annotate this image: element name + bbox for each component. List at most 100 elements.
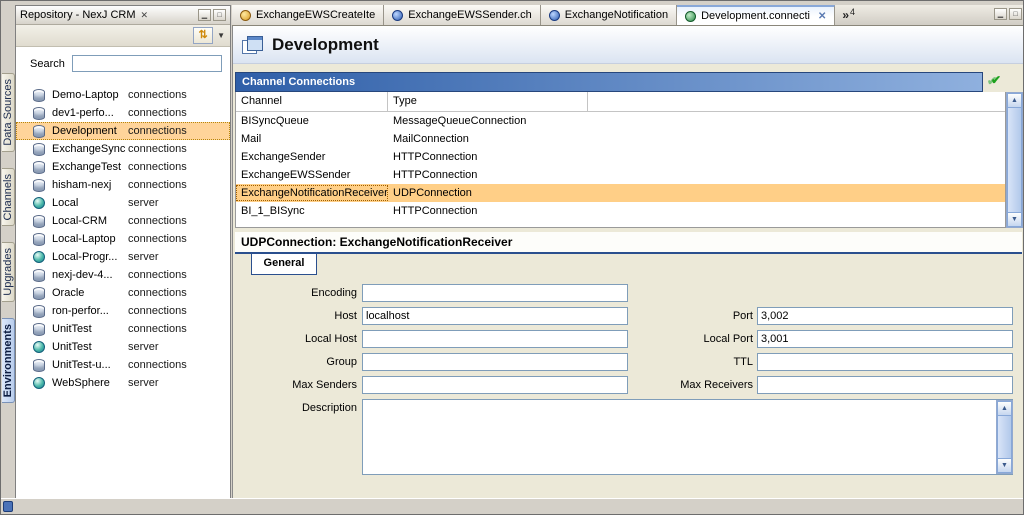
connections-icon bbox=[33, 107, 45, 120]
tree-item[interactable]: Localserver bbox=[16, 194, 230, 212]
tree-item[interactable]: Developmentconnections bbox=[16, 122, 230, 140]
tree-item[interactable]: nexj-dev-4...connections bbox=[16, 266, 230, 284]
navigator-side-tabs: Data Sources Channels Upgrades Environments bbox=[1, 1, 15, 498]
tree-item-type: connections bbox=[128, 89, 187, 101]
encoding-field[interactable] bbox=[362, 284, 628, 302]
channel-table-row[interactable]: ExchangeEWSSenderHTTPConnection bbox=[236, 166, 1005, 184]
editor-tabs: ExchangeEWSCreateIte ExchangeEWSSender.ch… bbox=[232, 5, 835, 25]
scroll-up-icon[interactable]: ▲ bbox=[997, 401, 1012, 416]
side-tab-environments[interactable]: Environments bbox=[2, 318, 15, 403]
tree-item-name: Local-Progr... bbox=[52, 251, 128, 263]
max-receivers-field[interactable] bbox=[757, 376, 1013, 394]
local-host-label: Local Host bbox=[241, 330, 357, 348]
cell-spacer bbox=[588, 137, 1005, 141]
side-tab-channels[interactable]: Channels bbox=[2, 168, 15, 226]
editor-tab-exchangenotification[interactable]: ExchangeNotification bbox=[541, 5, 677, 25]
max-senders-label: Max Senders bbox=[241, 376, 357, 394]
cell-spacer bbox=[588, 191, 1005, 195]
repository-view: Repository - NexJ CRM ✕ ▁ □ ⇅ ▼ Search D… bbox=[15, 5, 231, 499]
side-tab-data-sources[interactable]: Data Sources bbox=[2, 73, 15, 152]
channel-table-row[interactable]: MailMailConnection bbox=[236, 130, 1005, 148]
port-field[interactable] bbox=[757, 307, 1013, 325]
tree-item-type: connections bbox=[128, 215, 187, 227]
local-port-field[interactable] bbox=[757, 330, 1013, 348]
connections-icon bbox=[33, 161, 45, 174]
channel-table-row[interactable]: ExchangeSenderHTTPConnection bbox=[236, 148, 1005, 166]
side-tab-upgrades[interactable]: Upgrades bbox=[2, 242, 15, 302]
scroll-up-icon[interactable]: ▲ bbox=[1007, 93, 1022, 108]
tree-item[interactable]: ron-perfor...connections bbox=[16, 302, 230, 320]
description-scrollbar[interactable]: ▲ ▼ bbox=[996, 400, 1013, 474]
tree-item[interactable]: Local-Laptopconnections bbox=[16, 230, 230, 248]
connections-icon bbox=[33, 215, 45, 228]
channel-table-row[interactable]: ExchangeNotificationReceiverUDPConnectio… bbox=[236, 184, 1005, 202]
tree-item-type: connections bbox=[128, 233, 187, 245]
scroll-thumb[interactable] bbox=[997, 416, 1012, 458]
host-label: Host bbox=[241, 307, 357, 325]
close-icon[interactable]: ✕ bbox=[818, 11, 826, 22]
tree-item[interactable]: WebSphereserver bbox=[16, 374, 230, 392]
scroll-down-icon[interactable]: ▼ bbox=[997, 458, 1012, 473]
cell-channel: ExchangeSender bbox=[236, 149, 388, 165]
message-icon bbox=[240, 10, 251, 21]
channel-table-row[interactable]: BI_1_BISyncHTTPConnection bbox=[236, 202, 1005, 220]
channel-table-row[interactable]: BISyncQueueMessageQueueConnection bbox=[236, 112, 1005, 130]
tree-item[interactable]: ExchangeTestconnections bbox=[16, 158, 230, 176]
scroll-down-icon[interactable]: ▼ bbox=[1007, 212, 1022, 227]
repository-view-titlebar[interactable]: Repository - NexJ CRM ✕ ▁ □ bbox=[16, 6, 230, 25]
editor-tab-exchangeewscreateite[interactable]: ExchangeEWSCreateIte bbox=[232, 5, 384, 25]
tree-item-type: connections bbox=[128, 305, 187, 317]
cell-channel: ExchangeEWSSender bbox=[236, 167, 388, 183]
connections-icon bbox=[33, 233, 45, 246]
description-field[interactable] bbox=[362, 399, 1013, 475]
channel-connections-header: Channel Connections bbox=[235, 72, 983, 92]
editor-tab-label: ExchangeEWSCreateIte bbox=[256, 9, 375, 21]
connections-icon bbox=[33, 359, 45, 372]
editor-tab-exchangeewssender-ch[interactable]: ExchangeEWSSender.ch bbox=[384, 5, 541, 25]
column-header-channel[interactable]: Channel bbox=[236, 92, 388, 111]
tree-item[interactable]: Local-CRMconnections bbox=[16, 212, 230, 230]
column-header-type[interactable]: Type bbox=[388, 92, 588, 111]
tree-item[interactable]: UnitTestserver bbox=[16, 338, 230, 356]
tree-item[interactable]: hisham-nexjconnections bbox=[16, 176, 230, 194]
search-input[interactable] bbox=[72, 55, 222, 72]
connections-icon bbox=[33, 143, 45, 156]
group-field[interactable] bbox=[362, 353, 628, 371]
max-senders-field[interactable] bbox=[362, 376, 628, 394]
tab-overflow-button[interactable]: »4 bbox=[835, 5, 862, 25]
table-scrollbar[interactable]: ▲ ▼ bbox=[1006, 92, 1023, 228]
fast-view-corner-icon bbox=[3, 501, 13, 512]
maximize-icon[interactable]: □ bbox=[213, 9, 226, 21]
cell-type: MailConnection bbox=[388, 131, 588, 147]
page-title: Development bbox=[272, 35, 379, 55]
ttl-label: TTL bbox=[663, 353, 753, 371]
minimize-icon[interactable]: ▁ bbox=[994, 8, 1007, 20]
link-with-editor-icon[interactable]: ⇅ bbox=[193, 27, 213, 44]
tree-item[interactable]: dev1-perfo...connections bbox=[16, 104, 230, 122]
tree-item[interactable]: UnitTest-u...connections bbox=[16, 356, 230, 374]
connections-icon bbox=[33, 125, 45, 138]
tree-item-name: Local-Laptop bbox=[52, 233, 128, 245]
environment-editor-icon bbox=[242, 36, 262, 53]
tree-item[interactable]: Oracleconnections bbox=[16, 284, 230, 302]
tree-item[interactable]: UnitTestconnections bbox=[16, 320, 230, 338]
cell-spacer bbox=[588, 119, 1005, 123]
scroll-thumb[interactable] bbox=[1007, 108, 1022, 212]
tree-item-type: connections bbox=[128, 125, 187, 137]
tree-item-name: Local bbox=[52, 197, 128, 209]
tab-general[interactable]: General bbox=[251, 254, 317, 275]
maximize-icon[interactable]: □ bbox=[1009, 8, 1022, 20]
channel-connections-title: Channel Connections bbox=[242, 76, 355, 88]
editor-tab-development-connecti[interactable]: Development.connecti✕ bbox=[677, 5, 835, 25]
close-icon[interactable]: ✕ bbox=[141, 10, 149, 21]
ttl-field[interactable] bbox=[757, 353, 1013, 371]
tree-item[interactable]: Local-Progr...server bbox=[16, 248, 230, 266]
view-menu-icon[interactable]: ▼ bbox=[217, 31, 225, 40]
minimize-icon[interactable]: ▁ bbox=[198, 9, 211, 21]
tree-item[interactable]: Demo-Laptopconnections bbox=[16, 86, 230, 104]
host-field[interactable] bbox=[362, 307, 628, 325]
tree-item-type: server bbox=[128, 377, 159, 389]
cell-type: UDPConnection bbox=[388, 185, 588, 201]
local-host-field[interactable] bbox=[362, 330, 628, 348]
tree-item[interactable]: ExchangeSyncconnections bbox=[16, 140, 230, 158]
